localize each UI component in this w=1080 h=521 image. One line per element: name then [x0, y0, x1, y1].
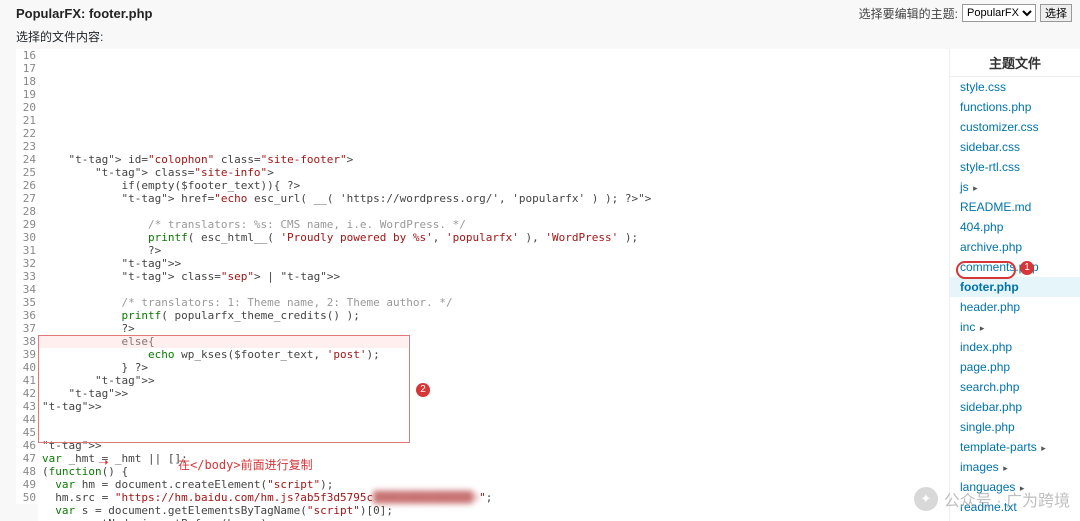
theme-select-label: 选择要编辑的主题:	[859, 5, 958, 22]
code-line[interactable]: var hm = document.createElement("script"…	[38, 478, 949, 491]
sidebar-file-inc[interactable]: inc ▸	[950, 317, 1080, 337]
line-number: 27	[16, 192, 36, 205]
line-number: 29	[16, 218, 36, 231]
code-line[interactable]: "t-tag"> href="echo esc_url( __( 'https:…	[38, 192, 949, 205]
code-line[interactable]: "t-tag"> class="site-info">	[38, 166, 949, 179]
sidebar-file-single-php[interactable]: single.php	[950, 417, 1080, 437]
sidebar-file-js[interactable]: js ▸	[950, 177, 1080, 197]
code-line[interactable]: /* translators: 1: Theme name, 2: Theme …	[38, 296, 949, 309]
code-line[interactable]: s.parentNode.insertBefore(hm, s);	[38, 517, 949, 521]
line-number: 21	[16, 114, 36, 127]
line-number: 39	[16, 348, 36, 361]
line-number: 17	[16, 62, 36, 75]
line-number: 26	[16, 179, 36, 192]
sidebar-file-functions-php[interactable]: functions.php	[950, 97, 1080, 117]
page-title: PopularFX: footer.php	[16, 6, 153, 21]
line-number: 36	[16, 309, 36, 322]
sidebar-file-README-md[interactable]: README.md	[950, 197, 1080, 217]
sidebar-file-sidebar-php[interactable]: sidebar.php	[950, 397, 1080, 417]
line-number: 24	[16, 153, 36, 166]
line-number: 45	[16, 426, 36, 439]
code-line[interactable]	[38, 205, 949, 218]
sidebar-file-style-rtl-css[interactable]: style-rtl.css	[950, 157, 1080, 177]
chevron-right-icon: ▸	[1001, 463, 1008, 473]
sidebar-file-archive-php[interactable]: archive.php	[950, 237, 1080, 257]
selected-file-label: 选择的文件内容:	[0, 24, 1080, 49]
choose-theme-button[interactable]: 选择	[1040, 4, 1072, 22]
annotation-text: 在</body>前面进行复制	[178, 459, 313, 472]
code-line[interactable]: var s = document.getElementsByTagName("s…	[38, 504, 949, 517]
code-line[interactable]: hm.src = "https://hm.baidu.com/hm.js?ab5…	[38, 491, 949, 504]
line-number: 50	[16, 491, 36, 504]
code-line[interactable]: ?>	[38, 244, 949, 257]
line-number: 46	[16, 439, 36, 452]
line-number: 40	[16, 361, 36, 374]
wechat-icon: ✦	[914, 487, 938, 511]
theme-files-sidebar: 主题文件 style.cssfunctions.phpcustomizer.cs…	[949, 49, 1080, 521]
code-line[interactable]: (function() {	[38, 465, 949, 478]
sidebar-file-search-php[interactable]: search.php	[950, 377, 1080, 397]
line-number: 18	[16, 75, 36, 88]
arrow-icon: ➝	[98, 457, 109, 470]
sidebar-file-style-css[interactable]: style.css	[950, 77, 1080, 97]
line-number: 43	[16, 400, 36, 413]
code-line[interactable]: "t-tag">>	[38, 257, 949, 270]
code-line[interactable]: var _hmt = _hmt || [];	[38, 452, 949, 465]
sidebar-file-sidebar-css[interactable]: sidebar.css	[950, 137, 1080, 157]
line-number: 32	[16, 257, 36, 270]
line-number: 31	[16, 244, 36, 257]
line-number: 47	[16, 452, 36, 465]
sidebar-file-404-php[interactable]: 404.php	[950, 217, 1080, 237]
sidebar-file-customizer-css[interactable]: customizer.css	[950, 117, 1080, 137]
code-line[interactable]: "t-tag"> class="sep"> | "t-tag">>	[38, 270, 949, 283]
line-number: 35	[16, 296, 36, 309]
sidebar-file-template-parts[interactable]: template-parts ▸	[950, 437, 1080, 457]
theme-select[interactable]: PopularFX	[962, 4, 1036, 22]
line-number: 19	[16, 88, 36, 101]
line-number: 22	[16, 127, 36, 140]
code-line[interactable]: ?>	[38, 322, 949, 335]
code-line[interactable]: "t-tag"> id="colophon" class="site-foote…	[38, 153, 949, 166]
code-line[interactable]: printf( esc_html__( 'Proudly powered by …	[38, 231, 949, 244]
line-number: 48	[16, 465, 36, 478]
callout-oval-1	[956, 261, 1016, 279]
watermark: ✦ 公众号 · 广为跨境	[914, 487, 1070, 511]
code-line[interactable]: printf( popularfx_theme_credits() );	[38, 309, 949, 322]
chevron-right-icon: ▸	[977, 323, 984, 333]
line-number: 41	[16, 374, 36, 387]
code-line[interactable]: /* translators: %s: CMS name, i.e. WordP…	[38, 218, 949, 231]
line-number: 30	[16, 231, 36, 244]
sidebar-file-page-php[interactable]: page.php	[950, 357, 1080, 377]
sidebar-file-header-php[interactable]: header.php	[950, 297, 1080, 317]
line-number: 28	[16, 205, 36, 218]
chevron-right-icon: ▸	[971, 183, 978, 193]
line-number: 37	[16, 322, 36, 335]
sidebar-file-footer-php[interactable]: footer.php	[950, 277, 1080, 297]
line-number: 38	[16, 335, 36, 348]
line-number: 34	[16, 283, 36, 296]
code-line[interactable]	[38, 283, 949, 296]
callout-2: 2	[416, 383, 430, 397]
sidebar-title: 主题文件	[950, 49, 1080, 77]
sidebar-file-index-php[interactable]: index.php	[950, 337, 1080, 357]
line-number: 33	[16, 270, 36, 283]
line-number: 25	[16, 166, 36, 179]
code-editor[interactable]: 1617181920212223242526272829303132333435…	[0, 49, 949, 521]
line-number: 20	[16, 101, 36, 114]
code-line[interactable]: if(empty($footer_text)){ ?>	[38, 179, 949, 192]
line-number: 16	[16, 49, 36, 62]
line-number: 49	[16, 478, 36, 491]
line-number: 23	[16, 140, 36, 153]
line-number: 44	[16, 413, 36, 426]
watermark-text: 公众号 · 广为跨境	[944, 487, 1070, 511]
sidebar-file-images[interactable]: images ▸	[950, 457, 1080, 477]
callout-1: 1	[1020, 261, 1034, 275]
line-number: 42	[16, 387, 36, 400]
chevron-right-icon: ▸	[1039, 443, 1046, 453]
